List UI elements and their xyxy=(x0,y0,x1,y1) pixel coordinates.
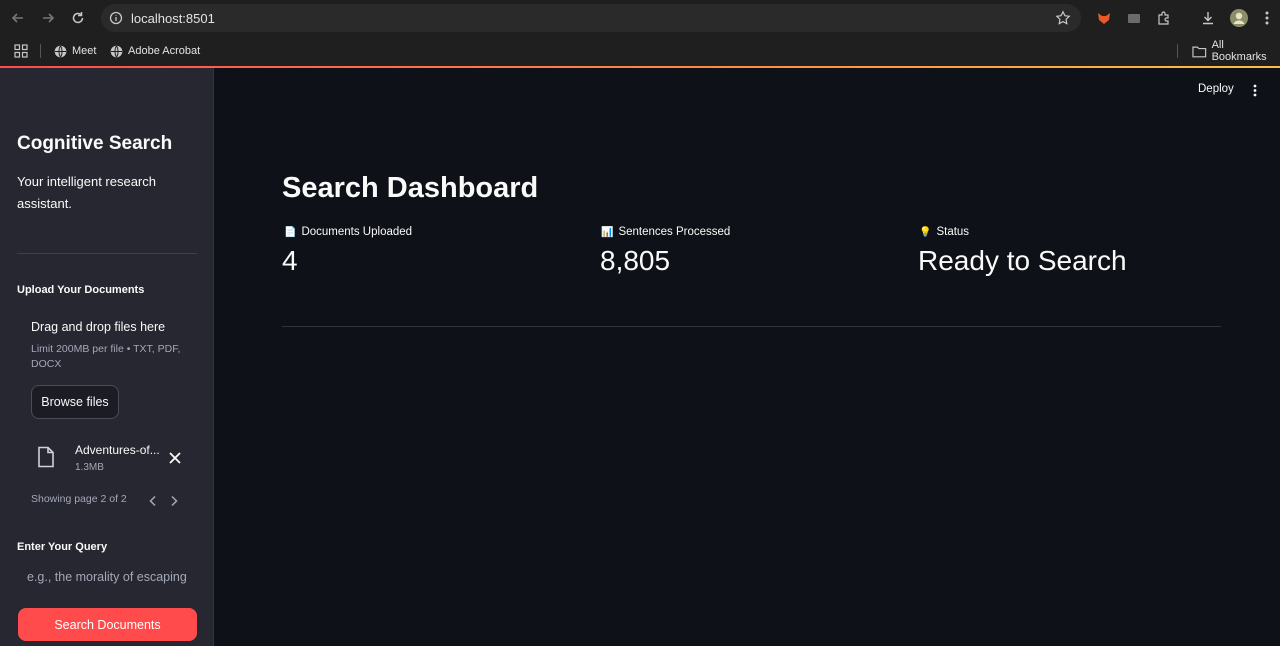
reload-icon[interactable] xyxy=(68,8,88,28)
query-input[interactable] xyxy=(17,565,197,589)
bar-chart-icon: 📊 xyxy=(601,226,614,238)
extension-folder-icon[interactable] xyxy=(1124,8,1144,28)
all-bookmarks-label: All Bookmarks xyxy=(1211,39,1267,63)
prev-page-icon[interactable] xyxy=(148,494,158,512)
site-info-icon[interactable] xyxy=(109,11,123,25)
main-divider xyxy=(282,326,1221,327)
bookmark-separator xyxy=(40,44,41,58)
apps-grid-icon[interactable] xyxy=(14,42,28,60)
bookmark-adobe-acrobat[interactable]: Adobe Acrobat xyxy=(110,42,200,60)
deploy-button[interactable]: Deploy xyxy=(1198,83,1234,95)
upload-label: Upload Your Documents xyxy=(17,284,145,296)
all-bookmarks[interactable]: All Bookmarks xyxy=(1192,39,1280,63)
extension-fox-icon[interactable] xyxy=(1094,8,1114,28)
metric-sentences-label: 📊 Sentences Processed xyxy=(601,226,730,238)
download-icon[interactable] xyxy=(1198,8,1218,28)
sidebar-title: Cognitive Search xyxy=(17,133,173,154)
file-icon xyxy=(36,446,56,473)
forward-icon[interactable] xyxy=(38,8,58,28)
folder-icon xyxy=(1192,46,1207,57)
query-label: Enter Your Query xyxy=(17,541,108,553)
metric-documents-label: 📄 Documents Uploaded xyxy=(284,226,412,238)
next-page-icon[interactable] xyxy=(169,494,179,512)
back-icon[interactable] xyxy=(8,8,28,28)
metric-label-text: Documents Uploaded xyxy=(301,226,413,238)
dropzone-title: Drag and drop files here xyxy=(31,320,166,334)
uploaded-file-size: 1.3MB xyxy=(75,462,104,473)
bookmark-meet[interactable]: Meet xyxy=(54,42,96,60)
address-bar[interactable]: localhost:8501 xyxy=(101,4,1081,32)
remove-file-icon[interactable] xyxy=(168,451,182,470)
bookmark-separator xyxy=(1177,44,1178,58)
search-documents-button[interactable]: Search Documents xyxy=(18,608,197,641)
metric-sentences-value: 8,805 xyxy=(600,245,671,276)
metric-label-text: Status xyxy=(936,226,970,238)
page-title: Search Dashboard xyxy=(282,172,539,204)
dropzone-limit: Limit 200MB per file • TXT, PDF, DOCX xyxy=(31,343,181,370)
bookmark-label: Meet xyxy=(72,45,97,57)
paging-text: Showing page 2 of 2 xyxy=(31,493,127,505)
metric-status-label: 💡 Status xyxy=(919,226,969,238)
extensions-puzzle-icon[interactable] xyxy=(1154,8,1174,28)
globe-icon xyxy=(110,45,123,57)
bookmarks-bar: Meet Adobe Acrobat All Bookmarks xyxy=(0,36,1280,66)
metric-label-text: Sentences Processed xyxy=(618,226,731,238)
document-icon: 📄 xyxy=(284,226,297,238)
bookmark-star-icon[interactable] xyxy=(1055,10,1071,31)
globe-icon xyxy=(54,45,67,57)
lightbulb-icon: 💡 xyxy=(919,226,932,238)
metric-status-value: Ready to Search xyxy=(918,245,1127,276)
sidebar-subtitle: Your intelligent research assistant. xyxy=(17,174,156,211)
bookmark-label: Adobe Acrobat xyxy=(128,45,201,57)
browse-files-button[interactable]: Browse files xyxy=(31,385,119,419)
sidebar-divider xyxy=(17,253,197,254)
sidebar: Cognitive Search Your intelligent resear… xyxy=(0,68,214,646)
main-menu-icon[interactable] xyxy=(1253,84,1257,102)
metric-documents-value: 4 xyxy=(282,245,298,276)
url-text[interactable]: localhost:8501 xyxy=(131,11,215,26)
profile-avatar[interactable] xyxy=(1229,8,1249,28)
uploaded-file-name: Adventures-of... xyxy=(75,443,160,457)
browser-toolbar: localhost:8501 xyxy=(0,0,1280,36)
browser-menu-icon[interactable] xyxy=(1257,8,1277,28)
